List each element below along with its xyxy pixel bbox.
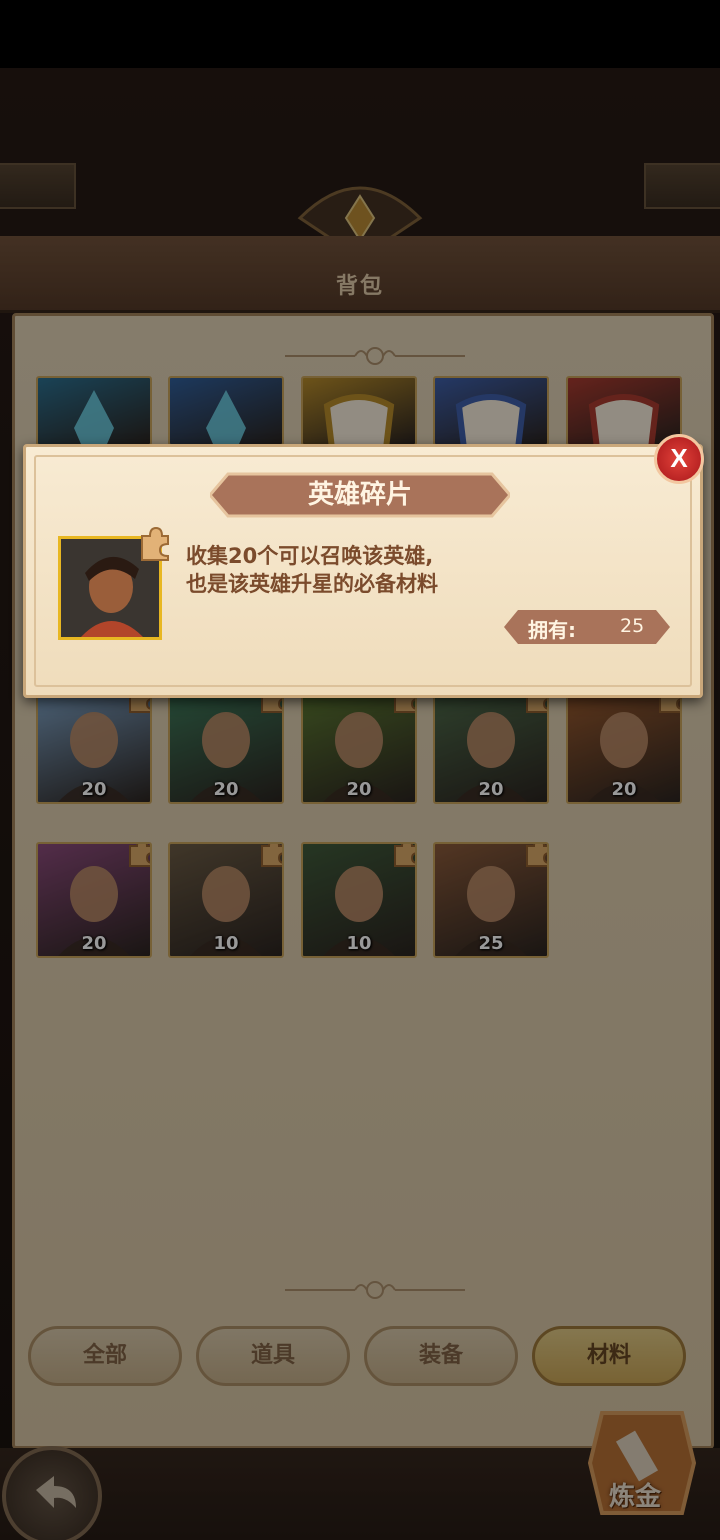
inventory-slot[interactable]: 20 bbox=[168, 688, 284, 804]
owned-label: 拥有: bbox=[528, 618, 576, 642]
blue-scroll-icon bbox=[455, 394, 527, 444]
inventory-slot[interactable]: 20 bbox=[36, 842, 152, 958]
popup-title: 英雄碎片 bbox=[307, 480, 412, 510]
item-count: 10 bbox=[213, 933, 239, 954]
puzzle-piece-icon bbox=[394, 844, 415, 867]
puzzle-piece-icon bbox=[261, 844, 282, 867]
inventory-slot[interactable] bbox=[433, 376, 549, 446]
alchemy-label: 炼金 bbox=[608, 1482, 661, 1512]
inventory-slot[interactable] bbox=[168, 376, 284, 446]
close-button[interactable]: X bbox=[654, 434, 704, 484]
back-button[interactable] bbox=[2, 1446, 102, 1540]
puzzle-piece-icon bbox=[129, 844, 150, 867]
item-count: 20 bbox=[213, 779, 239, 800]
inventory-slot[interactable] bbox=[301, 376, 417, 446]
flourish-top-icon bbox=[285, 347, 465, 365]
gold-scroll-icon bbox=[323, 394, 395, 444]
category-tabs: 全部 道具 装备 材料 bbox=[28, 1326, 692, 1390]
inventory-slot[interactable]: 20 bbox=[433, 688, 549, 804]
description-line-1: 收集20个可以召唤该英雄, bbox=[186, 544, 434, 568]
item-count: 20 bbox=[81, 779, 107, 800]
item-count: 20 bbox=[478, 779, 504, 800]
owned-count: 25 bbox=[620, 615, 645, 637]
puzzle-piece-icon bbox=[141, 526, 169, 561]
inventory-slot[interactable]: 10 bbox=[168, 842, 284, 958]
back-arrow-icon bbox=[36, 1476, 76, 1508]
inventory-slot[interactable] bbox=[566, 376, 682, 446]
left-pillar-decoration bbox=[0, 163, 76, 209]
inventory-slot[interactable]: 20 bbox=[566, 688, 682, 804]
puzzle-piece-icon bbox=[526, 844, 547, 867]
blue-crystal-icon bbox=[74, 390, 114, 444]
page-title: 背包 bbox=[335, 274, 384, 299]
description-line-2: 也是该英雄升星的必备材料 bbox=[186, 572, 438, 596]
backpack-screen: 背包 全部 道具 装备 材料 炼金 bbox=[0, 68, 720, 1540]
inventory-slot[interactable]: 10 bbox=[301, 842, 417, 958]
tab-items[interactable]: 道具 bbox=[196, 1326, 350, 1386]
inventory-slot[interactable]: 25 bbox=[433, 842, 549, 958]
inventory-slot[interactable] bbox=[36, 376, 152, 446]
item-count: 20 bbox=[346, 779, 372, 800]
item-count: 10 bbox=[346, 933, 372, 954]
tab-materials[interactable]: 材料 bbox=[532, 1326, 686, 1386]
blue-crystal-icon bbox=[206, 390, 246, 444]
item-count: 25 bbox=[478, 933, 504, 954]
flourish-bottom-icon bbox=[285, 1281, 465, 1299]
status-bar bbox=[0, 0, 720, 68]
red-scroll-icon bbox=[588, 394, 660, 444]
tab-all[interactable]: 全部 bbox=[28, 1326, 182, 1386]
item-count: 20 bbox=[611, 779, 637, 800]
item-count: 20 bbox=[81, 933, 107, 954]
right-pillar-decoration bbox=[644, 163, 720, 209]
inventory-slot[interactable]: 20 bbox=[36, 688, 152, 804]
inventory-slot[interactable]: 20 bbox=[301, 688, 417, 804]
tab-equipment[interactable]: 装备 bbox=[364, 1326, 518, 1386]
